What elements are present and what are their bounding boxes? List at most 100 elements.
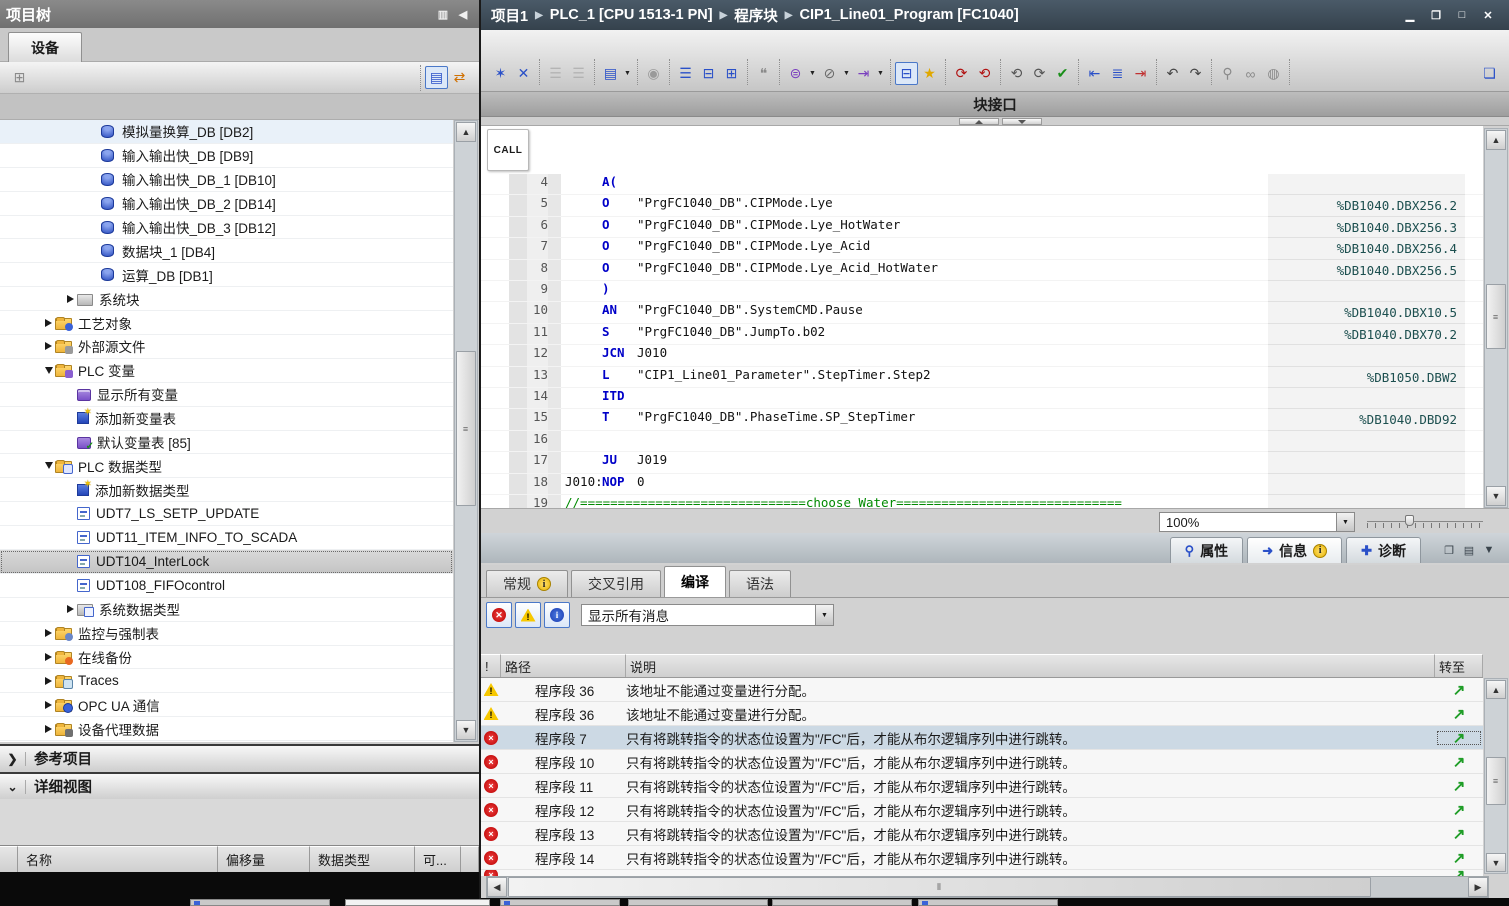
hscroll-thumb[interactable]: ⦀ (508, 877, 1371, 897)
code-line[interactable]: %DB1040.DBX256.25O"PrgFC1040_DB".CIPMode… (481, 195, 1483, 216)
jump-label-icon[interactable]: ⇥ (852, 62, 875, 85)
tree-item[interactable]: PLC 变量 (0, 359, 453, 383)
hscroll-right-icon[interactable]: ▶ (1468, 877, 1488, 897)
tree-scroll-down-icon[interactable]: ▼ (456, 720, 476, 740)
zoom-slider[interactable] (1367, 515, 1483, 529)
code-line[interactable]: %DB1040.DBX256.36O"PrgFC1040_DB".CIPMode… (481, 217, 1483, 238)
insertion-list-icon[interactable]: ≣ (1106, 62, 1129, 85)
message-scroll-down-icon[interactable]: ▼ (1486, 853, 1506, 872)
tree-item[interactable]: 工艺对象 (0, 311, 453, 335)
symbol-info-icon-dropdown[interactable]: ▼ (841, 62, 852, 85)
expand-networks-icon[interactable]: ⊟ (697, 62, 720, 85)
expander-right-icon[interactable] (42, 342, 55, 350)
tree-item[interactable]: 输入输出快_DB [DB9] (0, 144, 453, 168)
editor-scroll-down-icon[interactable]: ▼ (1486, 486, 1506, 506)
filter-errors-button[interactable]: ✕ (486, 602, 512, 628)
zoom-slider-thumb[interactable] (1405, 515, 1414, 526)
tree-item[interactable]: 添加新数据类型 (0, 478, 453, 502)
tree-item[interactable]: UDT11_ITEM_INFO_TO_SCADA (0, 526, 453, 550)
expander-right-icon[interactable] (64, 295, 77, 303)
tree-item[interactable]: 输入输出快_DB_1 [DB10] (0, 168, 453, 192)
splitter-up-button[interactable] (959, 118, 999, 125)
tree-item[interactable]: 添加新变量表 (0, 407, 453, 431)
compare-icon[interactable]: ∞ (1239, 62, 1262, 85)
details-col-header[interactable]: 可... (415, 846, 461, 872)
filter-info-button[interactable]: i (544, 602, 570, 628)
details-col-header[interactable]: 数据类型 (310, 846, 415, 872)
message-row[interactable]: ×程序段 13只有将跳转指令的状态位设置为"/FC"后，才能从布尔逻辑序列中进行… (481, 822, 1483, 846)
code-line[interactable]: %DB1050.DBW213L"CIP1_Line01_Parameter".S… (481, 367, 1483, 388)
expander-right-icon[interactable] (42, 677, 55, 685)
tree-item[interactable]: 外部源文件 (0, 335, 453, 359)
goto-arrow-icon[interactable]: ↗ (1435, 849, 1483, 867)
insert-row-icon[interactable]: ▤ (599, 62, 622, 85)
data-snapshot-icon[interactable]: ◍ (1262, 62, 1285, 85)
collapse-panel-icon[interactable]: ▤ (1459, 541, 1479, 559)
network-overview-icon[interactable]: ☰ (674, 62, 697, 85)
expander-right-icon[interactable] (42, 629, 55, 637)
delete-network-icon[interactable]: ✕ (512, 62, 535, 85)
code-line[interactable]: 18J010:NOP0 (481, 474, 1483, 495)
nav-back-icon[interactable]: ↶ (1161, 62, 1184, 85)
code-area[interactable]: 4A(%DB1040.DBX256.25O"PrgFC1040_DB".CIPM… (481, 174, 1483, 508)
auto-collapse-icon[interactable]: ▥ (433, 5, 453, 23)
goto-arrow-icon[interactable]: ↗ (1435, 825, 1483, 843)
code-line[interactable]: %DB1040.DBD9215T"PrgFC1040_DB".PhaseTime… (481, 409, 1483, 430)
message-row[interactable]: ×程序段 11只有将跳转指令的状态位设置为"/FC"后，才能从布尔逻辑序列中进行… (481, 774, 1483, 798)
code-line[interactable]: %DB1040.DBX10.510AN"PrgFC1040_DB".System… (481, 302, 1483, 323)
editor-scroll-thumb[interactable]: ≡ (1486, 284, 1506, 349)
insert-row-icon-dropdown[interactable]: ▼ (622, 62, 633, 85)
message-scrollbar[interactable]: ▲ ≡ ▼ (1484, 678, 1508, 874)
code-line[interactable]: 16 (481, 431, 1483, 452)
favorites-edit-icon[interactable]: ★ (918, 62, 941, 85)
subtab-常规[interactable]: 常规i (486, 570, 568, 597)
sync-online-icon[interactable]: ⟳ (1028, 62, 1051, 85)
expander-right-icon[interactable] (64, 605, 77, 613)
configure-tree-icon[interactable]: ⊞ (8, 66, 31, 89)
goto-next-error-icon[interactable]: ⟳ (950, 62, 973, 85)
filter-warnings-button[interactable]: ! (515, 602, 541, 628)
message-scroll-thumb[interactable]: ≡ (1486, 757, 1506, 805)
expander-right-icon[interactable] (42, 653, 55, 661)
collapse-left-icon[interactable]: ◀ (453, 5, 473, 23)
search-icon[interactable]: ⚲ (1216, 62, 1239, 85)
tree-item[interactable]: PLC 数据类型 (0, 454, 453, 478)
message-filter-select[interactable]: 显示所有消息 ▼ (581, 604, 834, 626)
code-line[interactable]: 19//==============================choose… (481, 495, 1483, 508)
list-view-icon[interactable]: ▤ (425, 66, 448, 89)
editor-taskbar-button[interactable] (190, 899, 330, 906)
editor-scroll-up-icon[interactable]: ▲ (1486, 130, 1506, 150)
editor-taskbar-button[interactable] (345, 899, 490, 906)
call-favorite-button[interactable]: CALL (487, 129, 529, 171)
inspector-tab-信息[interactable]: ➜信息i (1247, 537, 1342, 563)
expander-right-icon[interactable] (42, 725, 55, 733)
hscroll-left-icon[interactable]: ◀ (487, 877, 507, 897)
editor-taskbar-button[interactable] (628, 899, 768, 906)
tree-scroll-thumb[interactable]: ≡ (456, 351, 476, 506)
goto-arrow-icon[interactable]: ↗ (1435, 753, 1483, 771)
tree-scrollbar[interactable]: ▲ ≡ ▼ (454, 120, 478, 742)
stl-code-editor[interactable]: CALL 4A(%DB1040.DBX256.25O"PrgFC1040_DB"… (481, 126, 1483, 508)
editor-taskbar-button[interactable] (772, 899, 912, 906)
tree-item[interactable]: 输入输出快_DB_2 [DB14] (0, 192, 453, 216)
message-row[interactable]: ×程序段 12只有将跳转指令的状态位设置为"/FC"后，才能从布尔逻辑序列中进行… (481, 798, 1483, 822)
goto-arrow-icon[interactable]: ↗ (1435, 801, 1483, 819)
message-hscrollbar[interactable]: ◀ ⦀ ▶ (486, 876, 1489, 898)
tree-item[interactable]: 设备代理数据 (0, 717, 453, 741)
tree-item[interactable]: 在线备份 (0, 646, 453, 670)
code-line[interactable]: 4A( (481, 174, 1483, 195)
float-panel-icon[interactable]: ❐ (1439, 541, 1459, 559)
expander-down-icon[interactable] (42, 462, 55, 469)
inspector-tab-属性[interactable]: ⚲属性 (1170, 537, 1244, 563)
code-line[interactable]: 9) (481, 281, 1483, 302)
insert-empty-box-icon[interactable]: ◉ (642, 62, 665, 85)
tag-definition-icon[interactable]: ⊜ (784, 62, 807, 85)
message-row[interactable]: !程序段 36该地址不能通过变量进行分配。↗ (481, 678, 1483, 702)
goto-arrow-icon[interactable]: ↗ (1435, 705, 1483, 723)
tree-item[interactable]: 系统块 (0, 287, 453, 311)
split-editor-space-icon[interactable]: ❏ (1478, 62, 1501, 85)
details-col-header[interactable]: 偏移量 (218, 846, 310, 872)
message-col-header[interactable]: 路径 (501, 654, 626, 677)
goto-arrow-icon[interactable]: ↗ (1435, 729, 1483, 747)
message-scroll-up-icon[interactable]: ▲ (1486, 680, 1506, 699)
